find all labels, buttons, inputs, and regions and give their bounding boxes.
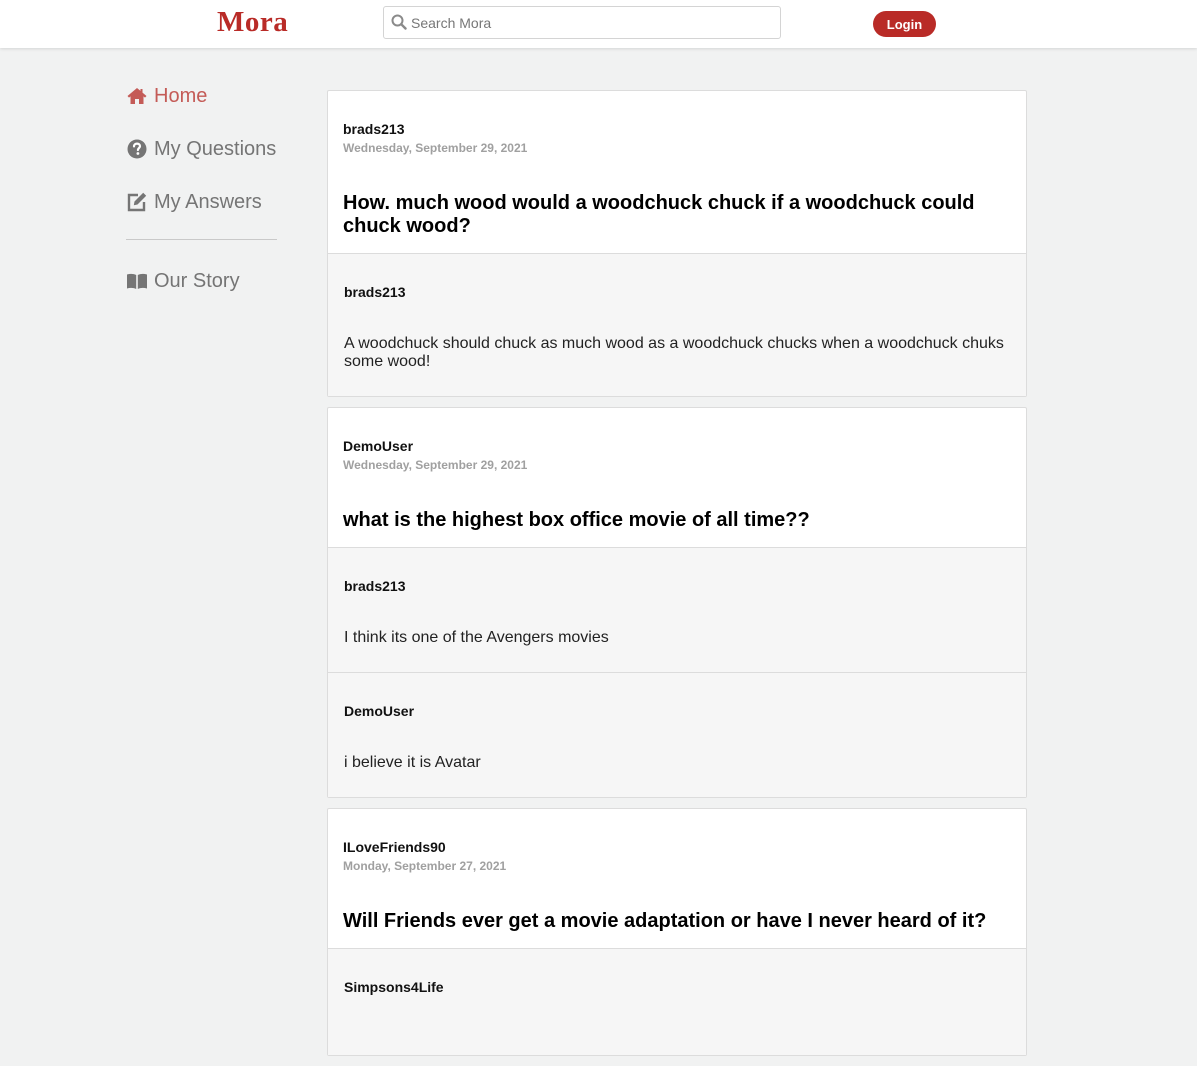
brand-logo[interactable]: Mora bbox=[217, 6, 288, 39]
question-title[interactable]: How. much wood would a woodchuck chuck i… bbox=[343, 192, 1011, 238]
answer-item: brads213 A woodchuck should chuck as muc… bbox=[328, 253, 1026, 396]
question-header: ILoveFriends90 Monday, September 27, 202… bbox=[328, 809, 1026, 948]
home-icon bbox=[127, 88, 147, 104]
question-author[interactable]: brads213 bbox=[343, 121, 1011, 137]
book-open-icon bbox=[127, 273, 147, 289]
question-card: DemoUser Wednesday, September 29, 2021 w… bbox=[327, 407, 1027, 798]
answer-text: A woodchuck should chuck as much wood as… bbox=[344, 335, 1004, 370]
login-button[interactable]: Login bbox=[873, 11, 936, 37]
question-header: DemoUser Wednesday, September 29, 2021 w… bbox=[328, 408, 1026, 547]
answer-author[interactable]: brads213 bbox=[344, 578, 1011, 594]
question-circle-icon bbox=[127, 139, 147, 159]
sidebar-item-my-answers[interactable]: My Answers bbox=[126, 186, 286, 218]
question-date: Monday, September 27, 2021 bbox=[343, 859, 507, 873]
answer-author[interactable]: DemoUser bbox=[344, 703, 1011, 719]
question-title[interactable]: Will Friends ever get a movie adaptation… bbox=[343, 910, 1011, 933]
question-header: brads213 Wednesday, September 29, 2021 H… bbox=[328, 91, 1026, 253]
search-input[interactable] bbox=[411, 7, 771, 38]
sidebar-item-label: Our Story bbox=[154, 269, 240, 292]
sidebar-item-label: Home bbox=[154, 84, 208, 107]
question-date: Wednesday, September 29, 2021 bbox=[343, 458, 528, 472]
top-navbar: Mora Login bbox=[0, 0, 1197, 48]
sidebar-item-label: My Questions bbox=[154, 137, 277, 160]
search-bar[interactable] bbox=[383, 6, 781, 39]
question-author[interactable]: DemoUser bbox=[343, 438, 1011, 454]
question-author[interactable]: ILoveFriends90 bbox=[343, 839, 1011, 855]
sidebar: Home My Questions My Answers Our Story bbox=[126, 80, 286, 318]
question-title[interactable]: what is the highest box office movie of … bbox=[343, 509, 1011, 532]
question-card: brads213 Wednesday, September 29, 2021 H… bbox=[327, 90, 1027, 397]
answer-item: DemoUser i believe it is Avatar bbox=[328, 672, 1026, 797]
sidebar-item-label: My Answers bbox=[154, 190, 262, 213]
sidebar-item-my-questions[interactable]: My Questions bbox=[126, 133, 286, 165]
answer-author[interactable]: brads213 bbox=[344, 284, 1011, 300]
sidebar-divider bbox=[126, 239, 277, 240]
answer-text: I think its one of the Avengers movies bbox=[344, 629, 609, 646]
edit-icon bbox=[127, 192, 147, 212]
question-card: ILoveFriends90 Monday, September 27, 202… bbox=[327, 808, 1027, 1056]
answer-text: i believe it is Avatar bbox=[344, 754, 481, 771]
question-date: Wednesday, September 29, 2021 bbox=[343, 141, 528, 155]
answer-item: brads213 I think its one of the Avengers… bbox=[328, 547, 1026, 672]
sidebar-item-our-story[interactable]: Our Story bbox=[126, 265, 286, 297]
question-feed: brads213 Wednesday, September 29, 2021 H… bbox=[327, 90, 1027, 1066]
answer-author[interactable]: Simpsons4Life bbox=[344, 979, 1011, 995]
sidebar-item-home[interactable]: Home bbox=[126, 80, 286, 112]
search-icon bbox=[391, 14, 407, 30]
answer-item: Simpsons4Life bbox=[328, 948, 1026, 1055]
